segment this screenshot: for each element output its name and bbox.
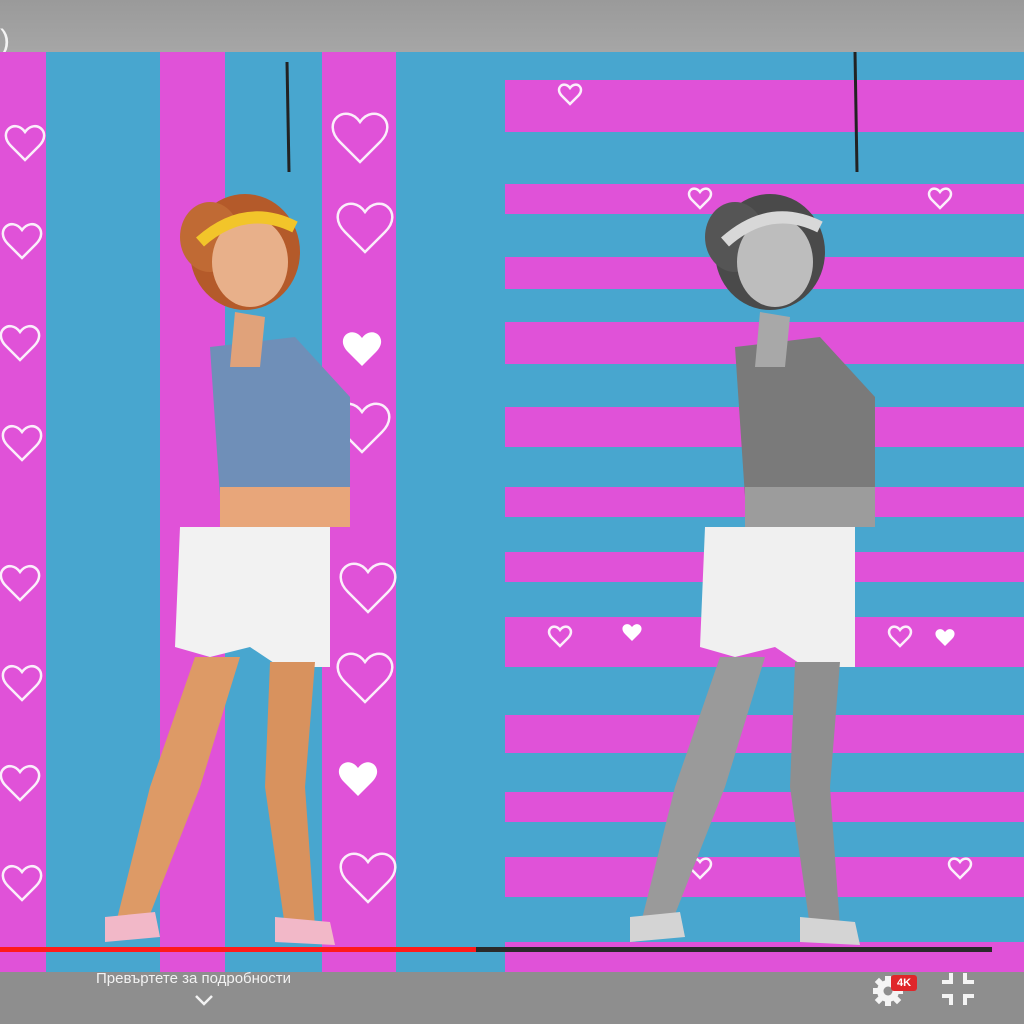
dancer-grayscale xyxy=(630,194,875,945)
progress-bar[interactable] xyxy=(0,947,992,952)
top-bar xyxy=(0,0,1024,52)
progress-fill xyxy=(0,947,477,952)
chevron-down-icon[interactable] xyxy=(193,993,215,1007)
exit-fullscreen-icon[interactable] xyxy=(939,970,977,1008)
dancer-color xyxy=(105,194,350,945)
video-frame[interactable] xyxy=(0,52,1024,972)
quality-badge: 4K xyxy=(891,975,917,991)
scroll-hint[interactable]: Превъртете за подробности xyxy=(96,970,291,987)
